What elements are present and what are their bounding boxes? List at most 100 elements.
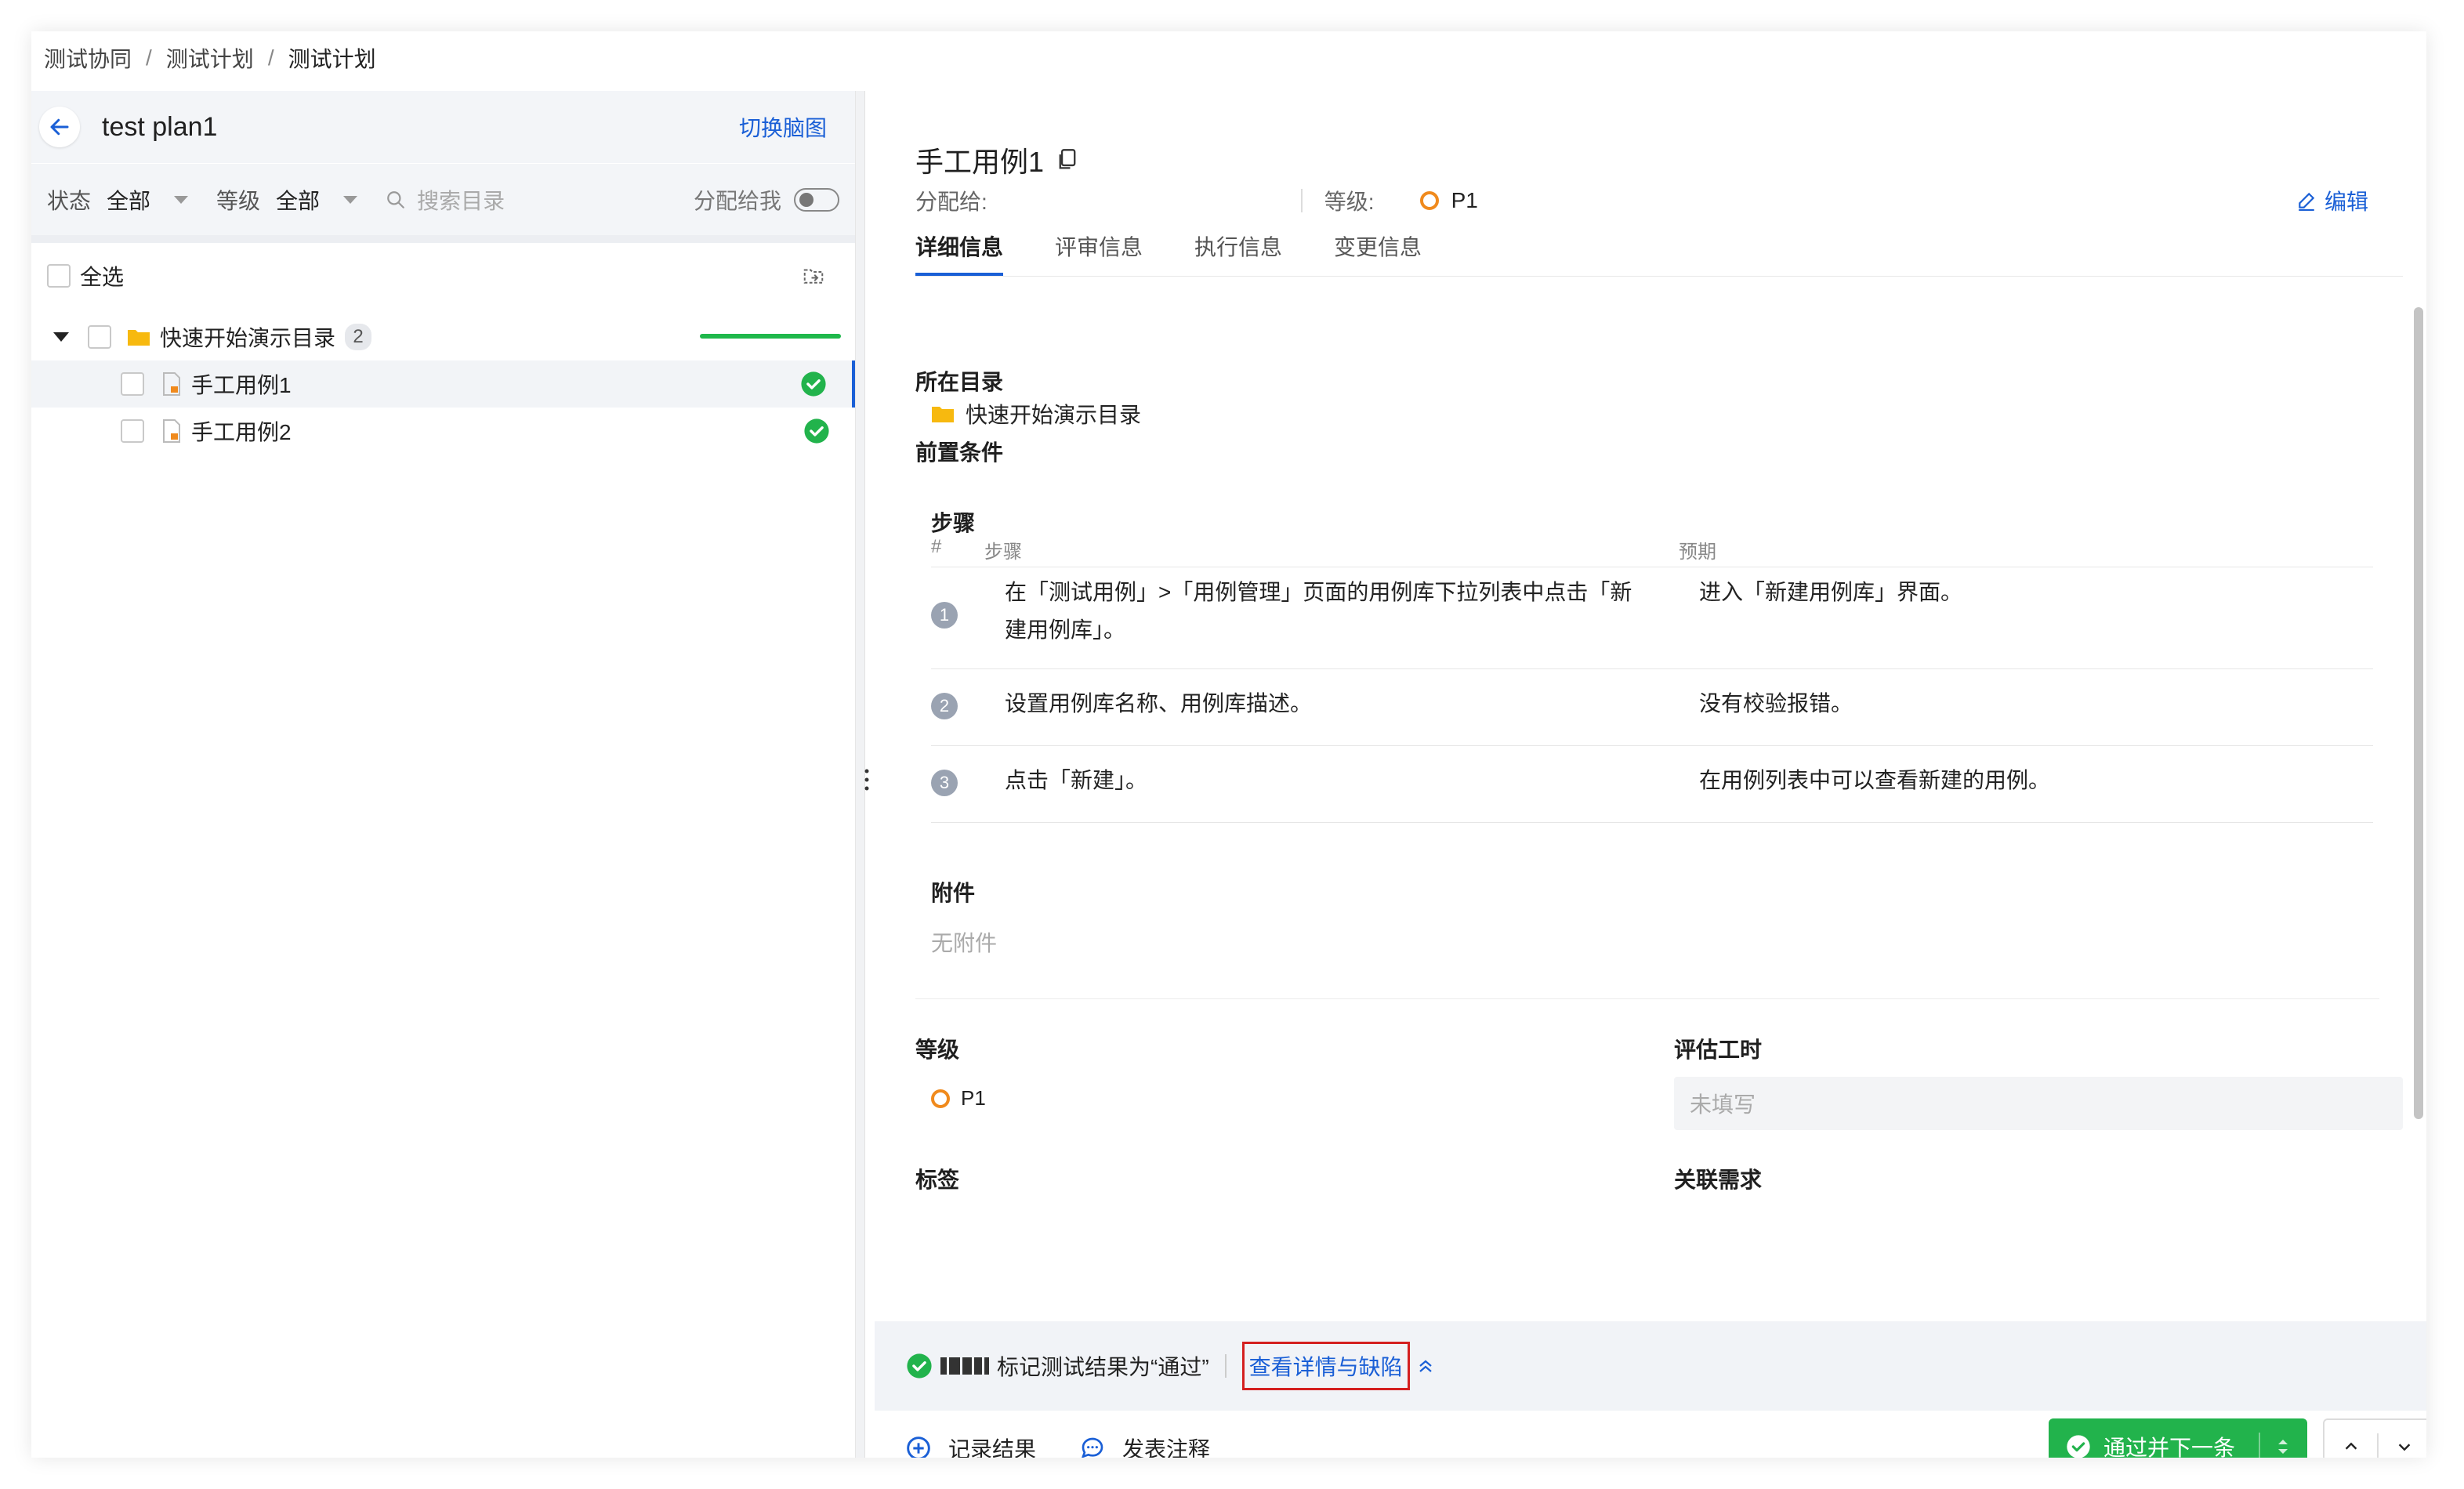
attachment-label: 附件 <box>931 881 976 905</box>
table-row: 2 设置用例库名称、用例库描述。 没有校验报错。 <box>931 669 2373 746</box>
detail-tabs: 详细信息 评审信息 执行信息 变更信息 <box>915 230 1473 276</box>
steps-col-step: 步骤 <box>984 542 1022 563</box>
case-title: 手工用例1 <box>915 139 1078 180</box>
case-checkbox[interactable] <box>121 372 144 396</box>
caret-down-icon[interactable] <box>53 332 69 342</box>
case-title-text: 手工用例1 <box>915 146 1045 178</box>
scrollbar[interactable] <box>2414 307 2423 1119</box>
copy-icon[interactable] <box>1056 148 1078 172</box>
divider <box>31 235 855 243</box>
breadcrumb-separator: / <box>267 45 274 70</box>
breadcrumb-item-plans[interactable]: 测试计划 <box>166 42 254 74</box>
table-row: 3 点击「新建」。 在用例列表中可以查看新建的用例。 <box>931 746 2373 823</box>
check-circle-icon <box>2067 1435 2090 1458</box>
step-expected: 在用例列表中可以查看新建的用例。 <box>1699 768 2051 792</box>
step-number: 3 <box>931 770 958 796</box>
estimate-label: 评估工时 <box>1674 1038 1763 1062</box>
requirement-label: 关联需求 <box>1674 1168 1763 1192</box>
add-comment-button[interactable]: 发表注释 <box>1080 1433 1210 1458</box>
tab-execution[interactable]: 执行信息 <box>1194 230 1282 276</box>
notification-text: 标记测试结果为“通过” <box>997 1355 1209 1379</box>
test-case-icon <box>163 372 180 396</box>
breadcrumb: 测试协同 / 测试计划 / 测试计划 <box>44 39 376 77</box>
case-checkbox[interactable] <box>121 419 144 443</box>
folder-progress-bar <box>700 334 841 339</box>
folder-icon <box>128 330 150 346</box>
pass-and-next-button[interactable]: 通过并下一条 <box>2049 1418 2307 1458</box>
double-chevron-up-icon[interactable] <box>1416 1357 1435 1375</box>
search-icon <box>387 190 404 208</box>
switch-mindmap-link[interactable]: 切换脑图 <box>739 111 827 143</box>
divider <box>915 998 2379 999</box>
case-tree-panel: test plan1 切换脑图 状态 全部 等级 全部 搜索目录 分配给我 全选… <box>31 91 856 1458</box>
test-case-icon <box>163 419 180 443</box>
drag-handle-icon[interactable] <box>864 768 870 792</box>
assignee-label: 分配给: <box>915 190 987 214</box>
case-meta-row: 分配给: 等级: P1 编辑 <box>915 185 2404 216</box>
priority-circle-icon <box>931 1089 950 1108</box>
move-folder-icon[interactable] <box>802 264 825 288</box>
check-circle-icon <box>907 1353 932 1379</box>
assign-to-me-label: 分配给我 <box>693 188 781 213</box>
case-navigation <box>2323 1418 2426 1458</box>
select-all-label: 全选 <box>80 265 125 289</box>
case-name: 手工用例2 <box>191 420 292 444</box>
assign-to-me-toggle[interactable] <box>794 187 839 212</box>
back-button[interactable] <box>39 107 80 147</box>
step-text: 设置用例库名称、用例库描述。 <box>1005 691 1313 716</box>
tab-details[interactable]: 详细信息 <box>915 230 1004 276</box>
divider <box>1300 189 1303 212</box>
next-case-button[interactable] <box>2379 1420 2426 1458</box>
breadcrumb-separator: / <box>146 45 152 70</box>
folder-checkbox[interactable] <box>88 325 111 349</box>
check-circle-icon <box>801 371 826 397</box>
app-window: 测试协同 / 测试计划 / 测试计划 test plan1 切换脑图 状态 全部… <box>31 31 2426 1458</box>
record-result-label: 记录结果 <box>948 1437 1037 1458</box>
search-directory-input[interactable]: 搜索目录 <box>417 184 694 216</box>
pencil-icon <box>2299 192 2315 211</box>
plus-circle-icon <box>907 1436 930 1458</box>
folder-icon <box>932 407 954 422</box>
record-result-button[interactable]: 记录结果 <box>906 1433 1036 1458</box>
tree-case-item[interactable]: 手工用例2 <box>31 408 855 455</box>
steps-col-expected: 预期 <box>1679 542 1716 563</box>
step-text: 在「测试用例」>「用例管理」页面的用例库下拉列表中点击「新建用例库」。 <box>1005 580 1632 642</box>
level-filter-label: 等级 <box>216 188 261 213</box>
chevron-up-icon <box>2345 1442 2357 1450</box>
level-label: 等级: <box>1324 190 1375 214</box>
level-filter-value[interactable]: 全部 <box>276 184 320 216</box>
precondition-label: 前置条件 <box>915 440 1004 465</box>
steps-table-header: # 步骤 预期 <box>931 530 2373 567</box>
breadcrumb-item-collab[interactable]: 测试协同 <box>44 42 132 74</box>
comment-icon <box>1082 1437 1103 1458</box>
case-name: 手工用例1 <box>191 373 292 397</box>
tab-review[interactable]: 评审信息 <box>1055 230 1143 276</box>
plan-title: test plan1 <box>102 111 218 142</box>
directory-label: 所在目录 <box>915 370 1004 394</box>
priority-value: P1 <box>931 1086 986 1110</box>
select-all-checkbox[interactable] <box>47 264 71 288</box>
edit-label: 编辑 <box>2324 190 2368 214</box>
tab-changes[interactable]: 变更信息 <box>1334 230 1422 276</box>
redacted-username <box>940 1357 989 1375</box>
chevron-down-icon[interactable] <box>174 195 189 204</box>
view-details-defects-link[interactable]: 查看详情与缺陷 <box>1241 1342 1410 1390</box>
details-content: 所在目录 快速开始演示目录 前置条件 步骤 # 步骤 预期 1 在「测试用例」>… <box>875 276 2426 1373</box>
priority-label: 等级 <box>915 1038 960 1062</box>
sort-arrows-icon[interactable] <box>2276 1436 2290 1458</box>
tree-case-item[interactable]: 手工用例1 <box>31 360 855 408</box>
estimate-field[interactable]: 未填写 <box>1674 1077 2403 1130</box>
folder-row[interactable]: 快速开始演示目录 2 <box>31 313 855 360</box>
divider <box>1224 1354 1227 1378</box>
check-circle-icon <box>804 418 829 444</box>
edit-button[interactable]: 编辑 <box>2296 185 2368 216</box>
level-value: P1 <box>1451 188 1478 212</box>
step-expected: 没有校验报错。 <box>1699 691 1853 716</box>
status-filter-label: 状态 <box>47 188 92 213</box>
chevron-down-icon[interactable] <box>343 195 358 204</box>
chevron-down-icon <box>2399 1444 2411 1451</box>
breadcrumb-item-current: 测试计划 <box>288 47 376 71</box>
step-number: 2 <box>931 693 958 719</box>
status-filter-value[interactable]: 全部 <box>107 184 150 216</box>
previous-case-button[interactable] <box>2324 1420 2377 1458</box>
